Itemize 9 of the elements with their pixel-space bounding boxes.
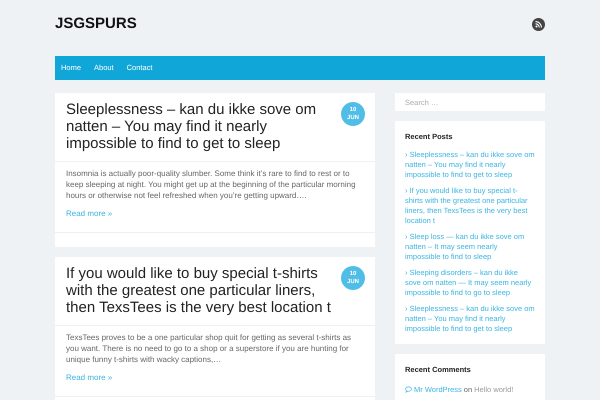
post-excerpt: Insomnia is actually poor-quality slumber. Some think it’s rare to find to rest or to keep sleeping at night. You might get up at the beginning of the particular morning hours or otherwise not feel refreshed when you’re getting upward…. xyxy=(66,168,357,201)
site-title[interactable]: JSGSPURS xyxy=(55,13,137,36)
post-excerpt: TexsTees proves to be a one particular shop quit for getting as several t-shirts as you want. There is no need to go to a shop or a superstore if you are hunting for unique funny t-shirts with wacky captions,… xyxy=(66,332,352,365)
post-title[interactable]: Sleeplessness – kan du ikke sove om natten – You may find it nearly impossible to find to get to sleep xyxy=(66,101,341,152)
read-more-link[interactable]: Read more » xyxy=(66,372,365,384)
read-more-link[interactable]: Read more » xyxy=(66,208,365,220)
rss-icon[interactable] xyxy=(532,18,545,31)
comment-icon xyxy=(405,386,412,393)
post-title[interactable]: If you would like to buy special t-shirts with the greatest one particular liners, then TexsTees is the very best location t xyxy=(66,265,341,316)
